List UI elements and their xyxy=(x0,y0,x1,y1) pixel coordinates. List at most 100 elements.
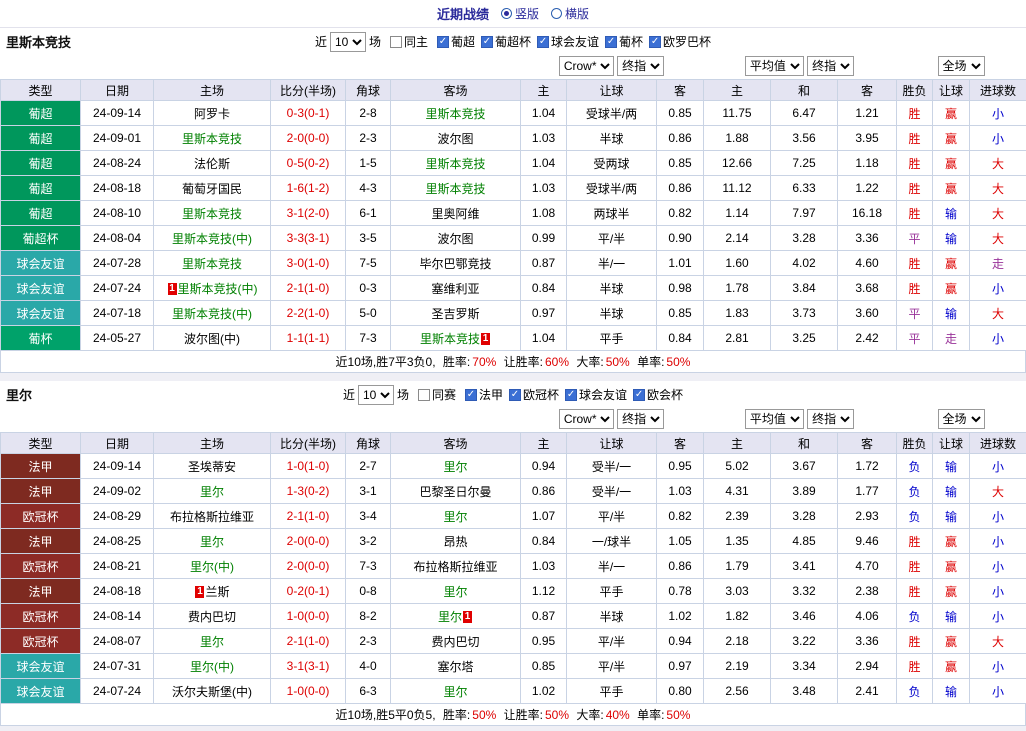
same-filter-checkbox[interactable]: 同主 xyxy=(390,33,428,50)
team-name-link[interactable]: 波尔图 xyxy=(437,132,473,146)
match-score[interactable]: 1-6(1-2) xyxy=(271,176,346,201)
ah-odds-source-select[interactable]: Crow* xyxy=(559,409,614,429)
col-header-score: 比分(半场) xyxy=(271,433,346,454)
match-score[interactable]: 2-0(0-0) xyxy=(271,529,346,554)
league-filter-checkbox[interactable]: ✓球会友谊 xyxy=(565,386,627,403)
away-team-cell: 圣吉罗斯 xyxy=(391,301,521,326)
eu-odds-source-select[interactable]: 平均值 xyxy=(745,56,804,76)
team-name-link[interactable]: 里斯本竞技(中) xyxy=(172,307,252,321)
team-name-link[interactable]: 波尔图 xyxy=(437,232,473,246)
eu-home-odds: 1.60 xyxy=(704,251,771,276)
team-name-link[interactable]: 兰斯 xyxy=(205,585,229,599)
match-score[interactable]: 0-5(0-2) xyxy=(271,151,346,176)
team-name-link[interactable]: 里斯本竞技 xyxy=(425,182,485,196)
league-filter-checkbox[interactable]: ✓葡超 xyxy=(437,33,475,50)
team-name-link[interactable]: 费内巴切 xyxy=(431,635,479,649)
league-filter-checkbox[interactable]: ✓球会友谊 xyxy=(537,33,599,50)
team-name-link[interactable]: 里尔 xyxy=(200,535,224,549)
eu-draw-odds: 6.47 xyxy=(771,101,838,126)
match-score[interactable]: 0-2(0-1) xyxy=(271,579,346,604)
match-score[interactable]: 2-1(1-0) xyxy=(271,504,346,529)
team-name-link[interactable]: 里斯本竞技 xyxy=(425,157,485,171)
league-filter-checkbox[interactable]: ✓欧冠杯 xyxy=(509,386,559,403)
league-filter-checkbox[interactable]: ✓欧罗巴杯 xyxy=(649,33,711,50)
team-name-link[interactable]: 阿罗卡 xyxy=(194,107,230,121)
match-score[interactable]: 1-1(1-1) xyxy=(271,326,346,351)
league-filter-checkbox[interactable]: ✓法甲 xyxy=(465,386,503,403)
match-score[interactable]: 3-1(2-0) xyxy=(271,201,346,226)
scope-dropdown: 全场 xyxy=(896,56,1026,76)
home-team-cell: 里尔(中) xyxy=(154,554,271,579)
match-score[interactable]: 2-2(1-0) xyxy=(271,301,346,326)
team-name-link[interactable]: 毕尔巴鄂竞技 xyxy=(419,257,491,271)
eu-odds-type-select[interactable]: 终指 xyxy=(807,409,854,429)
match-score[interactable]: 1-0(0-0) xyxy=(271,679,346,704)
team-name-link[interactable]: 昂热 xyxy=(443,535,467,549)
match-score[interactable]: 3-3(3-1) xyxy=(271,226,346,251)
match-score[interactable]: 3-0(1-0) xyxy=(271,251,346,276)
match-row: 法甲24-09-14圣埃蒂安1-0(1-0)2-7里尔0.94受半/一0.955… xyxy=(1,454,1026,479)
eu-home-odds: 2.18 xyxy=(704,629,771,654)
ah-odds-type-select[interactable]: 终指 xyxy=(617,409,664,429)
same-filter-checkbox[interactable]: 同赛 xyxy=(418,386,456,403)
team-name-link[interactable]: 里斯本竞技 xyxy=(182,207,242,221)
eu-home-odds: 1.82 xyxy=(704,604,771,629)
team-name-link[interactable]: 里尔 xyxy=(438,610,462,624)
match-score[interactable]: 2-1(1-0) xyxy=(271,629,346,654)
ah-odds-type-select[interactable]: 终指 xyxy=(617,56,664,76)
eu-odds-type-select[interactable]: 终指 xyxy=(807,56,854,76)
team-name-link[interactable]: 巴黎圣日尔曼 xyxy=(419,485,491,499)
orientation-radio-vertical[interactable]: 竖版 xyxy=(501,5,539,22)
team-name-link[interactable]: 里尔(中) xyxy=(190,660,234,674)
team-name-link[interactable]: 塞尔塔 xyxy=(437,660,473,674)
team-name-link[interactable]: 法伦斯 xyxy=(194,157,230,171)
team-name-link[interactable]: 里尔 xyxy=(200,485,224,499)
team-name-link[interactable]: 里斯本竞技 xyxy=(425,107,485,121)
away-team-cell: 毕尔巴鄂竞技 xyxy=(391,251,521,276)
league-filter-checkbox[interactable]: ✓葡杯 xyxy=(605,33,643,50)
team-name-link[interactable]: 里尔 xyxy=(443,460,467,474)
match-score[interactable]: 2-0(0-0) xyxy=(271,126,346,151)
team-name-link[interactable]: 塞维利亚 xyxy=(431,282,479,296)
team-name-link[interactable]: 里斯本竞技 xyxy=(420,332,480,346)
league-filter-checkbox[interactable]: ✓葡超杯 xyxy=(481,33,531,50)
result-scope-select[interactable]: 全场 xyxy=(938,409,985,429)
team-name-link[interactable]: 里奥阿维 xyxy=(431,207,479,221)
team-name-link[interactable]: 波尔图(中) xyxy=(184,332,240,346)
match-score[interactable]: 1-0(1-0) xyxy=(271,454,346,479)
result-scope-select[interactable]: 全场 xyxy=(938,56,985,76)
eu-odds-source-select[interactable]: 平均值 xyxy=(745,409,804,429)
match-count-select[interactable]: 10 xyxy=(330,32,366,52)
ah-handicap-line: 受球半/两 xyxy=(567,176,657,201)
team-name-link[interactable]: 里尔 xyxy=(200,635,224,649)
match-score[interactable]: 3-1(3-1) xyxy=(271,654,346,679)
match-result-text: 胜 xyxy=(897,176,933,201)
match-score[interactable]: 1-3(0-2) xyxy=(271,479,346,504)
team-name-link[interactable]: 里尔 xyxy=(443,685,467,699)
team-name-link[interactable]: 里尔(中) xyxy=(190,560,234,574)
team-name-link[interactable]: 布拉格斯拉维亚 xyxy=(170,510,254,524)
corners-score: 0-3 xyxy=(346,276,391,301)
team-name-link[interactable]: 里斯本竞技 xyxy=(182,132,242,146)
team-name-link[interactable]: 圣埃蒂安 xyxy=(188,460,236,474)
team-section-lille: 里尔 近 10 场 同赛 ✓法甲✓欧冠杯✓球会友谊✓欧会杯 Crow* 终指 平… xyxy=(0,381,1026,726)
match-score[interactable]: 1-0(0-0) xyxy=(271,604,346,629)
match-score[interactable]: 2-0(0-0) xyxy=(271,554,346,579)
team-name-link[interactable]: 葡萄牙国民 xyxy=(182,182,242,196)
team-name-link[interactable]: 圣吉罗斯 xyxy=(431,307,479,321)
team-name-link[interactable]: 沃尔夫斯堡(中) xyxy=(172,685,252,699)
match-score[interactable]: 0-3(0-1) xyxy=(271,101,346,126)
team-name-link[interactable]: 里斯本竞技(中) xyxy=(178,282,258,296)
team-name-link[interactable]: 里斯本竞技(中) xyxy=(172,232,252,246)
ah-odds-source-select[interactable]: Crow* xyxy=(559,56,614,76)
corners-score: 3-4 xyxy=(346,504,391,529)
team-name-link[interactable]: 里尔 xyxy=(443,510,467,524)
team-name-link[interactable]: 里斯本竞技 xyxy=(182,257,242,271)
match-count-select[interactable]: 10 xyxy=(358,385,394,405)
team-name-link[interactable]: 布拉格斯拉维亚 xyxy=(413,560,497,574)
team-name-link[interactable]: 费内巴切 xyxy=(188,610,236,624)
league-filter-checkbox[interactable]: ✓欧会杯 xyxy=(633,386,683,403)
match-score[interactable]: 2-1(1-0) xyxy=(271,276,346,301)
team-name-link[interactable]: 里尔 xyxy=(443,585,467,599)
orientation-radio-horizontal[interactable]: 横版 xyxy=(551,5,589,22)
